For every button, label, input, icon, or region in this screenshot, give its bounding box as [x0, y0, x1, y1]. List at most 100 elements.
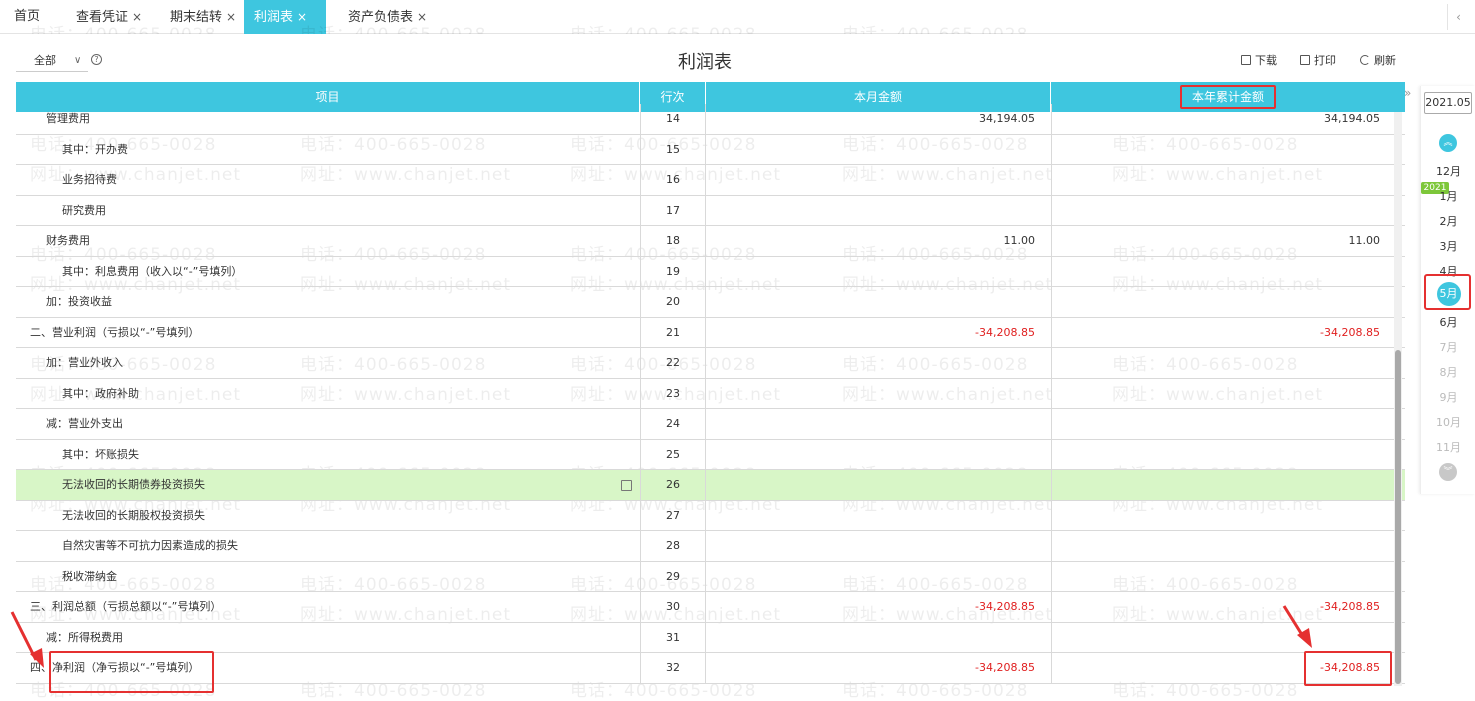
row-item-name: 四、净利润（净亏损以“-”号填列） — [30, 661, 200, 674]
current-period-display[interactable]: 2021.05 — [1424, 92, 1472, 114]
month-item[interactable]: 12月 — [1421, 163, 1475, 179]
row-month-amount[interactable] — [706, 287, 1052, 317]
tab-label: 利润表 — [254, 10, 294, 25]
row-year-amount[interactable] — [1052, 501, 1392, 531]
chevron-up-icon[interactable]: ︽ — [1439, 134, 1457, 152]
edit-icon[interactable] — [621, 480, 632, 491]
table-row[interactable]: 二、营业利润（亏损以“-”号填列） 21 -34,208.85 -34,208.… — [16, 317, 1405, 348]
month-item[interactable]: 3月 — [1421, 238, 1475, 254]
close-icon[interactable]: × — [132, 10, 142, 24]
tab-balance-sheet[interactable]: 资产负债表 × — [338, 0, 437, 34]
row-year-amount[interactable] — [1052, 135, 1392, 165]
row-item-name: 其中：坏账损失 — [62, 447, 139, 461]
tab-label: 资产负债表 — [348, 10, 414, 25]
row-year-amount[interactable] — [1052, 470, 1392, 500]
row-month-amount[interactable]: -34,208.85 — [706, 592, 1052, 622]
month-item[interactable]: 1月 — [1421, 188, 1475, 204]
row-year-amount[interactable] — [1052, 440, 1392, 470]
tab-income-statement[interactable]: 利润表 × — [244, 0, 326, 34]
row-month-amount[interactable]: 11.00 — [706, 226, 1052, 256]
row-year-amount[interactable] — [1052, 379, 1392, 409]
row-line-number: 32 — [640, 653, 706, 683]
table-row[interactable]: 其中：坏账损失 25 — [16, 439, 1405, 470]
close-icon[interactable]: × — [417, 10, 427, 24]
print-label: 打印 — [1314, 54, 1336, 67]
page-title: 利润表 — [678, 52, 732, 73]
table-row-selected[interactable]: 无法收回的长期债券投资损失 26 — [16, 470, 1405, 501]
row-year-amount[interactable] — [1052, 257, 1392, 287]
row-month-amount[interactable] — [706, 256, 1052, 287]
row-line-number: 25 — [640, 439, 706, 470]
table-row[interactable]: 自然灾害等不可抗力因素造成的损失 28 — [16, 531, 1405, 562]
table-row[interactable]: 其中：开办费 15 — [16, 134, 1405, 165]
row-year-amount[interactable] — [1052, 165, 1392, 195]
table-row[interactable]: 税收滞纳金 29 — [16, 561, 1405, 592]
row-month-amount[interactable] — [706, 165, 1052, 195]
table-row[interactable]: 减：所得税费用 31 — [16, 622, 1405, 653]
row-year-amount[interactable] — [1052, 287, 1392, 317]
table-row[interactable]: 加：营业外收入 22 — [16, 348, 1405, 379]
table-row[interactable]: 管理费用 14 34,194.05 34,194.05 — [16, 104, 1405, 135]
row-month-amount[interactable] — [706, 531, 1052, 561]
row-month-amount[interactable] — [706, 195, 1052, 226]
print-button[interactable]: 打印 — [1300, 52, 1336, 68]
table-row[interactable]: 三、利润总额（亏损总额以“-”号填列） 30 -34,208.85 -34,20… — [16, 592, 1405, 623]
month-item-disabled: 7月 — [1439, 341, 1458, 354]
collapse-panel-icon[interactable]: » — [1404, 86, 1411, 100]
row-line-number: 28 — [640, 531, 706, 561]
table-row[interactable]: 减：营业外支出 24 — [16, 409, 1405, 440]
row-month-amount[interactable] — [706, 561, 1052, 592]
row-year-amount[interactable] — [1052, 562, 1392, 592]
row-month-amount[interactable] — [706, 439, 1052, 470]
table-row[interactable]: 业务招待费 16 — [16, 165, 1405, 196]
tab-period-end-transfer[interactable]: 期末结转 × — [160, 0, 246, 34]
table-row[interactable]: 加：投资收益 20 — [16, 287, 1405, 318]
month-item[interactable]: 6月 — [1421, 314, 1475, 330]
row-month-amount[interactable] — [706, 409, 1052, 439]
chevron-down-icon[interactable]: ︾ — [1439, 463, 1457, 481]
row-item-name: 减：营业外支出 — [46, 417, 123, 430]
table-row[interactable]: 研究费用 17 — [16, 195, 1405, 226]
row-year-amount[interactable] — [1052, 531, 1392, 561]
row-month-amount[interactable] — [706, 470, 1052, 500]
tab-scroll-button[interactable]: ‹ — [1447, 4, 1469, 30]
table-row[interactable]: 其中：利息费用（收入以“-”号填列） 19 — [16, 256, 1405, 287]
table-row[interactable]: 无法收回的长期股权投资损失 27 — [16, 500, 1405, 531]
table-row[interactable]: 四、净利润（净亏损以“-”号填列） 32 -34,208.85 -34,208.… — [16, 653, 1405, 684]
download-button[interactable]: 下载 — [1241, 52, 1277, 68]
refresh-label: 刷新 — [1374, 54, 1396, 67]
close-icon[interactable]: × — [297, 10, 307, 24]
row-year-amount[interactable] — [1052, 409, 1392, 439]
month-item-disabled: 10月 — [1436, 416, 1461, 429]
tab-home[interactable]: 首页 — [4, 0, 50, 34]
row-month-amount[interactable]: -34,208.85 — [706, 317, 1052, 348]
row-year-amount[interactable]: 11.00 — [1052, 226, 1392, 256]
row-month-amount[interactable] — [706, 622, 1052, 653]
row-month-amount[interactable] — [706, 348, 1052, 378]
report-toolbar: 全部 ∨ ? 利润表 下载 打印 刷新 — [0, 34, 1410, 82]
row-item-name: 二、营业利润（亏损以“-”号填列） — [30, 325, 200, 339]
month-item-disabled: 9月 — [1439, 391, 1458, 404]
row-year-amount[interactable] — [1052, 348, 1392, 378]
row-month-amount[interactable]: -34,208.85 — [706, 653, 1052, 683]
row-year-amount[interactable]: 34,194.05 — [1052, 104, 1392, 134]
month-item[interactable]: 2月 — [1421, 213, 1475, 229]
download-icon — [1241, 55, 1251, 65]
row-year-amount[interactable]: -34,208.85 — [1052, 592, 1392, 622]
table-row[interactable]: 财务费用 18 11.00 11.00 — [16, 226, 1405, 257]
row-month-amount[interactable]: 34,194.05 — [706, 104, 1052, 134]
row-year-amount[interactable] — [1052, 623, 1392, 653]
tab-view-voucher[interactable]: 查看凭证 × — [66, 0, 152, 34]
tab-label: 期末结转 — [170, 10, 223, 25]
row-year-amount[interactable]: -34,208.85 — [1052, 318, 1392, 348]
row-year-amount[interactable] — [1052, 196, 1392, 226]
row-month-amount[interactable] — [706, 500, 1052, 531]
refresh-button[interactable]: 刷新 — [1360, 52, 1396, 68]
row-item-name: 自然灾害等不可抗力因素造成的损失 — [62, 539, 238, 552]
row-month-amount[interactable] — [706, 134, 1052, 165]
close-icon[interactable]: × — [226, 10, 236, 24]
row-month-amount[interactable] — [706, 378, 1052, 409]
row-year-amount[interactable]: -34,208.85 — [1052, 653, 1392, 683]
table-row[interactable]: 其中：政府补助 23 — [16, 378, 1405, 409]
table-scrollbar-thumb[interactable] — [1395, 350, 1401, 684]
